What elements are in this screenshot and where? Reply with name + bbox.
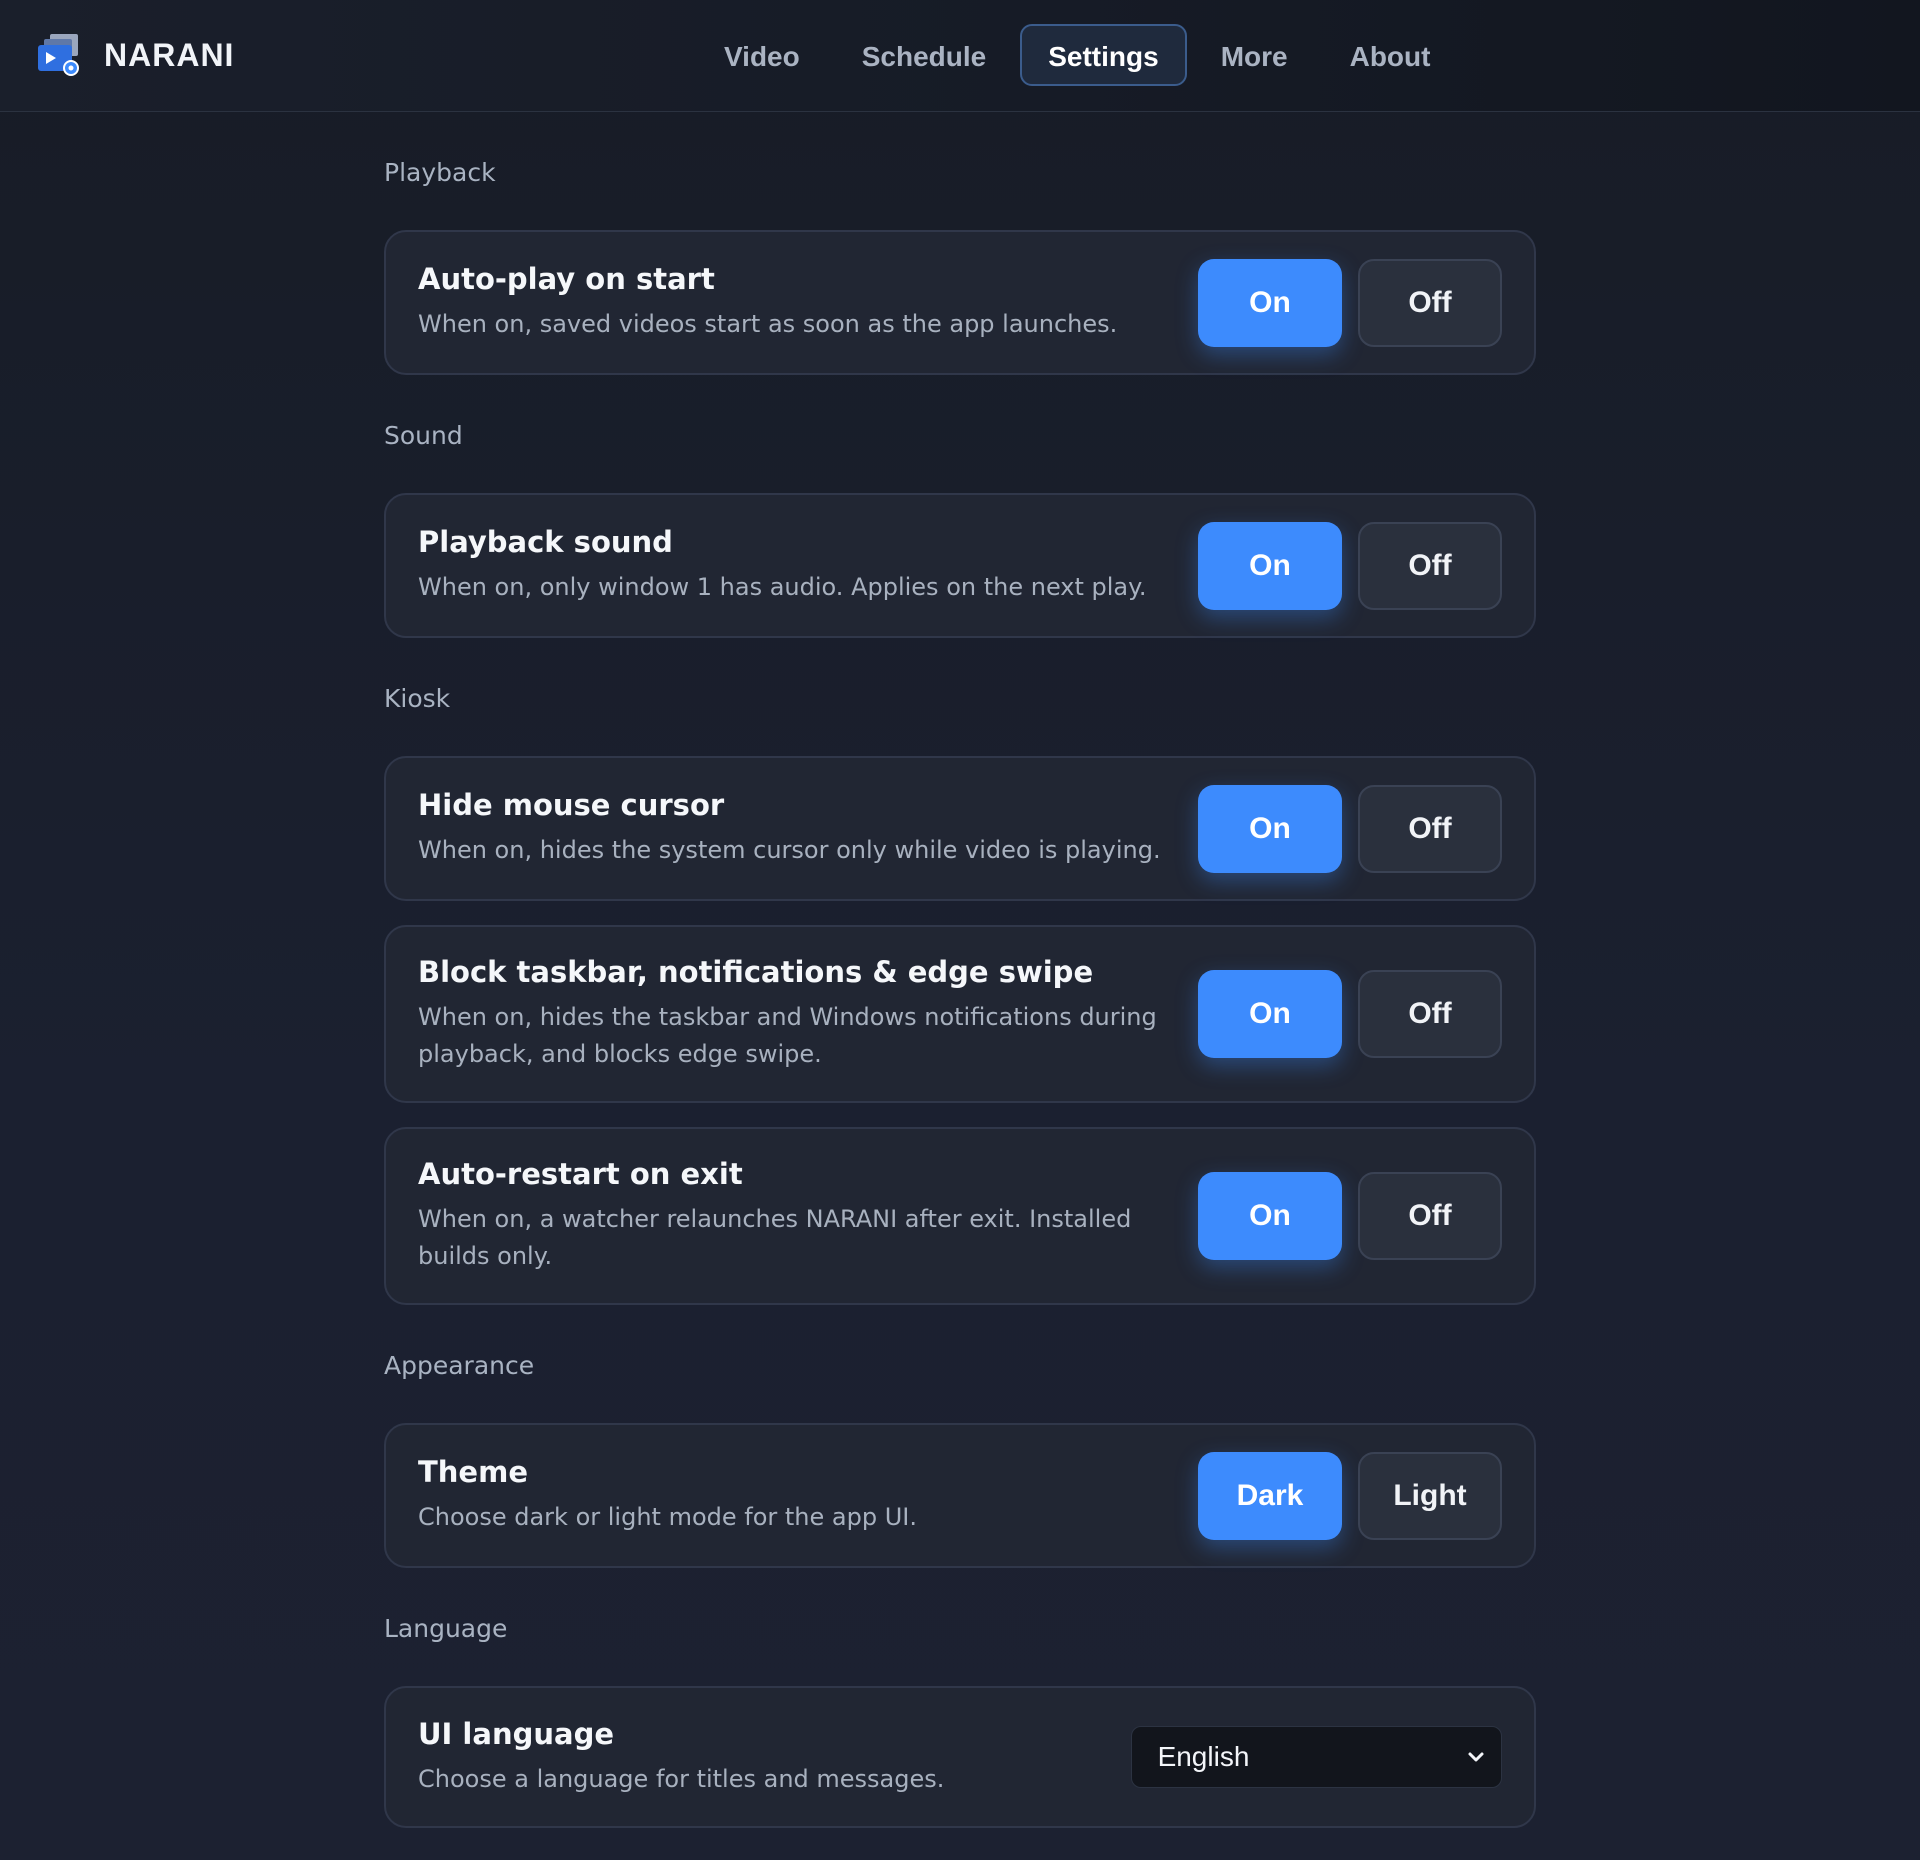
language-select[interactable]: English (1130, 1726, 1502, 1788)
setting-card-autoplay: Auto-play on start When on, saved videos… (384, 230, 1536, 375)
setting-text: Theme Choose dark or light mode for the … (418, 1455, 1188, 1536)
playback-sound-off-button[interactable]: Off (1358, 521, 1502, 610)
language-select-value: English (1157, 1741, 1250, 1772)
tab-settings[interactable]: Settings (1020, 24, 1187, 86)
setting-title: Playback sound (418, 525, 673, 559)
setting-text: UI language Choose a language for titles… (418, 1717, 1131, 1798)
block-taskbar-toggle: On Off (1198, 970, 1502, 1058)
block-taskbar-on-button[interactable]: On (1198, 970, 1342, 1058)
setting-description: When on, saved videos start as soon as t… (418, 310, 1118, 338)
tab-about[interactable]: About (1322, 24, 1459, 86)
tab-schedule[interactable]: Schedule (834, 24, 1014, 86)
setting-title: Theme (418, 1455, 528, 1489)
setting-title: Hide mouse cursor (418, 788, 725, 822)
setting-card-playback-sound: Playback sound When on, only window 1 ha… (384, 493, 1536, 638)
chevron-down-icon (1468, 1752, 1484, 1762)
setting-description: When on, a watcher relaunches NARANI aft… (418, 1205, 1132, 1270)
autoplay-toggle: On Off (1198, 258, 1502, 347)
section-title-kiosk: Kiosk (384, 684, 451, 713)
setting-description: When on, hides the taskbar and Windows n… (418, 1003, 1157, 1068)
auto-restart-off-button[interactable]: Off (1358, 1172, 1502, 1260)
auto-restart-on-button[interactable]: On (1198, 1172, 1342, 1260)
autoplay-off-button[interactable]: Off (1358, 258, 1502, 347)
section-title-appearance: Appearance (384, 1351, 535, 1380)
setting-text: Auto-play on start When on, saved videos… (418, 262, 1188, 343)
setting-card-block-taskbar: Block taskbar, notifications & edge swip… (384, 925, 1536, 1103)
setting-text: Block taskbar, notifications & edge swip… (418, 955, 1188, 1073)
autoplay-on-button[interactable]: On (1198, 258, 1342, 347)
auto-restart-toggle: On Off (1198, 1172, 1502, 1260)
setting-description: Choose dark or light mode for the app UI… (418, 1503, 917, 1531)
setting-text: Hide mouse cursor When on, hides the sys… (418, 788, 1188, 869)
setting-card-hide-cursor: Hide mouse cursor When on, hides the sys… (384, 756, 1536, 901)
theme-light-button[interactable]: Light (1358, 1451, 1502, 1540)
tab-video[interactable]: Video (696, 24, 828, 86)
app-name: NARANI (104, 36, 235, 73)
setting-title: UI language (418, 1716, 614, 1751)
app-logo-icon (38, 34, 79, 76)
setting-text: Auto-restart on exit When on, a watcher … (418, 1157, 1188, 1275)
setting-card-ui-language: UI language Choose a language for titles… (384, 1686, 1536, 1828)
hide-cursor-toggle: On Off (1198, 784, 1502, 873)
setting-text: Playback sound When on, only window 1 ha… (418, 525, 1188, 606)
tab-more[interactable]: More (1193, 24, 1316, 86)
section-title-sound: Sound (384, 421, 463, 450)
theme-dark-button[interactable]: Dark (1198, 1451, 1342, 1540)
hide-cursor-on-button[interactable]: On (1198, 784, 1342, 873)
playback-sound-on-button[interactable]: On (1198, 521, 1342, 610)
setting-description: When on, hides the system cursor only wh… (418, 836, 1161, 864)
brand[interactable]: NARANI (36, 30, 234, 80)
setting-card-theme: Theme Choose dark or light mode for the … (384, 1423, 1536, 1568)
setting-title: Auto-play on start (418, 262, 715, 296)
setting-title: Auto-restart on exit (418, 1157, 743, 1191)
setting-description: Choose a language for titles and message… (418, 1764, 945, 1793)
hide-cursor-off-button[interactable]: Off (1358, 784, 1502, 873)
block-taskbar-off-button[interactable]: Off (1358, 970, 1502, 1058)
settings-content: Playback Auto-play on start When on, sav… (384, 112, 1536, 1852)
main-nav: Video Schedule Settings More About (696, 24, 1458, 86)
setting-title: Block taskbar, notifications & edge swip… (418, 955, 1094, 989)
setting-card-auto-restart: Auto-restart on exit When on, a watcher … (384, 1127, 1536, 1305)
section-title-language: Language (384, 1614, 508, 1643)
top-bar: NARANI Video Schedule Settings More Abou… (0, 0, 1920, 112)
theme-toggle: Dark Light (1198, 1451, 1502, 1540)
setting-description: When on, only window 1 has audio. Applie… (418, 573, 1147, 601)
section-title-playback: Playback (384, 158, 496, 187)
playback-sound-toggle: On Off (1198, 521, 1502, 610)
